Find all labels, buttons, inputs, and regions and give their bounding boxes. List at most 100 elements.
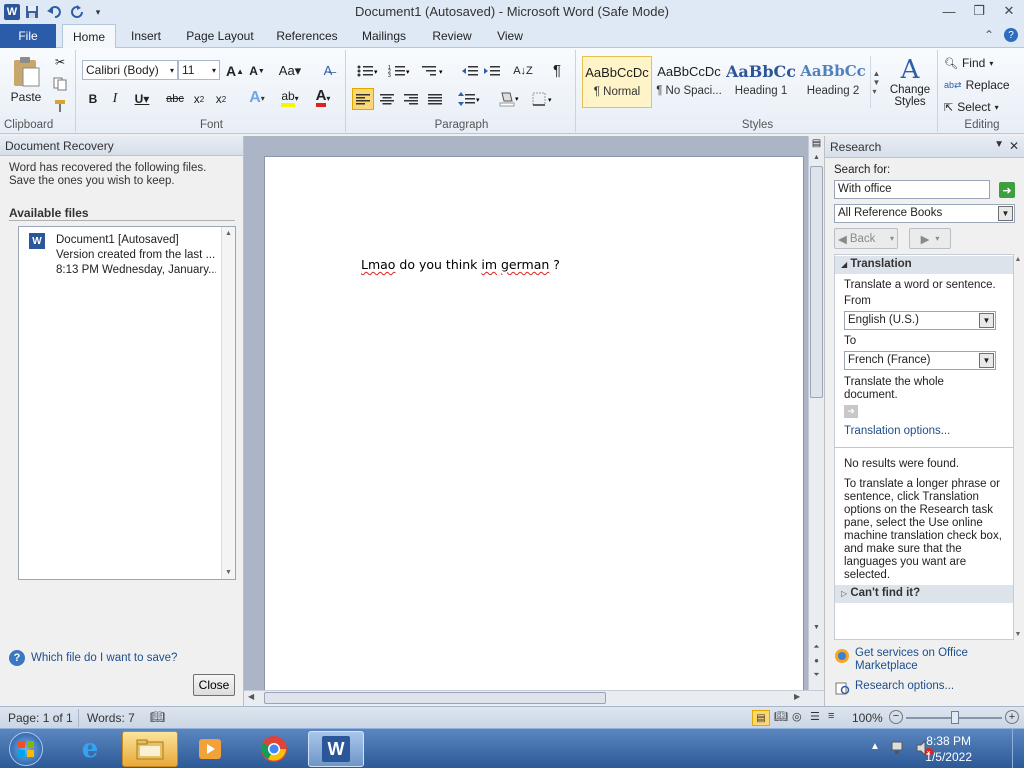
style-heading-2[interactable]: AaBbCc Heading 2 xyxy=(798,56,868,108)
paste-button[interactable]: Paste xyxy=(6,52,46,108)
font-name-dropdown[interactable]: Calibri (Body) ▾ xyxy=(82,60,178,80)
start-button[interactable] xyxy=(4,731,48,767)
change-case-icon[interactable]: Aa▾ xyxy=(278,62,302,80)
word-count[interactable]: Words: 7 xyxy=(87,711,135,725)
save-icon[interactable] xyxy=(24,4,40,20)
document-page[interactable]: Lmao do you think im german ? xyxy=(264,156,804,696)
style-normal[interactable]: AaBbCcDc ¶ Normal xyxy=(582,56,652,108)
translation-section-header[interactable]: ◢ Translation xyxy=(835,256,1013,274)
zoom-in-icon[interactable]: + xyxy=(1005,710,1019,724)
scroll-up-icon[interactable]: ▲ xyxy=(1011,256,1024,263)
bold-icon[interactable]: B xyxy=(84,90,102,108)
superscript-icon[interactable]: x2 xyxy=(212,90,230,108)
forward-button[interactable]: ▶ ▾ xyxy=(909,228,951,249)
tab-file[interactable]: File xyxy=(0,24,56,48)
print-layout-icon[interactable]: ▤ xyxy=(752,710,770,726)
pane-options-icon[interactable]: ▼ xyxy=(994,139,1004,150)
document-horizontal-scrollbar[interactable]: ◀ ▶ xyxy=(244,690,824,706)
align-left-icon[interactable] xyxy=(352,88,374,110)
zoom-slider-thumb[interactable] xyxy=(951,711,959,724)
change-styles-button[interactable]: A Change Styles xyxy=(886,52,934,112)
document-vertical-scrollbar[interactable]: ▤ ▲ ▼ ⏶ ● ⏷ xyxy=(808,136,824,690)
font-color-icon[interactable]: A ▾ xyxy=(310,88,336,108)
minimize-ribbon-icon[interactable]: ⌃ xyxy=(984,28,994,42)
format-painter-icon[interactable] xyxy=(52,98,68,114)
vertical-scroll-thumb[interactable] xyxy=(810,166,823,398)
tab-page-layout[interactable]: Page Layout xyxy=(180,24,260,48)
scroll-down-icon[interactable]: ▼ xyxy=(809,624,824,631)
to-language-dropdown[interactable]: French (France) ▼ xyxy=(844,351,996,370)
zoom-out-icon[interactable]: − xyxy=(889,710,903,724)
research-search-input[interactable]: With office xyxy=(834,180,990,199)
system-clock[interactable]: 8:38 PM 1/5/2022 xyxy=(925,733,972,765)
tab-home[interactable]: Home xyxy=(62,24,116,49)
network-icon[interactable] xyxy=(890,739,908,760)
minimize-button[interactable]: — xyxy=(934,0,964,22)
undo-icon[interactable] xyxy=(44,4,66,20)
customize-toolbar-icon[interactable]: ▾ xyxy=(90,4,106,20)
clear-formatting-icon[interactable]: A̶ xyxy=(318,60,338,80)
recovered-file-item[interactable]: W Document1 [Autosaved] Version created … xyxy=(29,233,216,278)
research-options-link[interactable]: Research options... xyxy=(855,680,954,693)
internet-explorer-taskbar[interactable]: e xyxy=(62,731,118,767)
draft-icon[interactable]: ≡ xyxy=(828,710,834,722)
cut-icon[interactable]: ✂ xyxy=(52,54,68,70)
file-explorer-taskbar[interactable] xyxy=(122,731,178,767)
scroll-up-icon[interactable]: ▲ xyxy=(809,154,824,161)
underline-icon[interactable]: U▾ xyxy=(130,90,154,108)
decrease-indent-icon[interactable] xyxy=(460,62,480,80)
translation-options-link[interactable]: Translation options... xyxy=(844,425,950,438)
multilevel-list-icon[interactable]: ▾ xyxy=(420,62,448,80)
copy-icon[interactable] xyxy=(52,76,68,92)
styles-scroll[interactable]: ▲ ▼ ▾ xyxy=(870,56,882,108)
show-hidden-icons[interactable]: ▲ xyxy=(870,741,880,752)
style-no-spacing[interactable]: AaBbCcDc ¶ No Spaci... xyxy=(654,56,724,108)
show-desktop-button[interactable] xyxy=(1012,729,1024,768)
next-page-icon[interactable]: ⏷ xyxy=(809,670,824,680)
word-taskbar[interactable]: W xyxy=(308,731,364,767)
shrink-font-icon[interactable]: A ▼ xyxy=(248,62,266,80)
numbering-icon[interactable]: 1 2 3 ▾ xyxy=(386,62,414,80)
horizontal-scroll-thumb[interactable] xyxy=(264,692,606,704)
word-app-icon[interactable]: W xyxy=(4,4,20,20)
scroll-right-icon[interactable]: ▶ xyxy=(794,692,800,701)
strikethrough-icon[interactable]: abc xyxy=(164,90,186,108)
close-pane-icon[interactable]: ✕ xyxy=(1009,139,1019,153)
files-scrollbar[interactable]: ▲ ▼ xyxy=(221,227,235,579)
proofing-errors-icon[interactable]: 📖︎ xyxy=(150,710,165,724)
previous-page-icon[interactable]: ⏶ xyxy=(809,642,824,652)
help-icon[interactable]: ? xyxy=(1004,28,1018,42)
align-center-icon[interactable] xyxy=(376,88,398,110)
scroll-left-icon[interactable]: ◀ xyxy=(248,692,254,701)
full-screen-reading-icon[interactable]: 📖︎ xyxy=(774,710,788,723)
maximize-button[interactable]: ❐ xyxy=(964,0,994,22)
shading-icon[interactable]: ▾ xyxy=(496,88,524,110)
text-effects-icon[interactable]: A ▾ xyxy=(244,88,270,108)
justify-icon[interactable] xyxy=(424,88,446,110)
replace-button[interactable]: ab⇄ Replace xyxy=(944,76,1020,94)
chrome-taskbar[interactable] xyxy=(246,731,302,767)
start-search-icon[interactable]: ➜ xyxy=(999,182,1015,198)
italic-icon[interactable]: I xyxy=(106,90,124,108)
cant-find-it-section[interactable]: ▷ Can't find it? xyxy=(835,585,1013,603)
borders-icon[interactable]: ▾ xyxy=(530,88,558,110)
redo-icon[interactable] xyxy=(70,4,86,20)
subscript-icon[interactable]: x2 xyxy=(190,90,208,108)
scroll-up-icon[interactable]: ▲ xyxy=(222,230,235,237)
align-right-icon[interactable] xyxy=(400,88,422,110)
font-size-dropdown[interactable]: 11 ▾ xyxy=(178,60,220,80)
scroll-down-icon[interactable]: ▼ xyxy=(1011,631,1024,638)
select-button[interactable]: ⇱ Select ▾ xyxy=(944,98,1020,116)
page-count[interactable]: Page: 1 of 1 xyxy=(8,711,73,725)
from-language-dropdown[interactable]: English (U.S.) ▼ xyxy=(844,311,996,330)
highlight-icon[interactable]: ab ▾ xyxy=(276,88,304,108)
style-heading-1[interactable]: AaBbCc Heading 1 xyxy=(726,56,796,108)
research-scrollbar[interactable]: ▲ ▼ xyxy=(1011,254,1024,640)
outline-icon[interactable]: ☰ xyxy=(810,710,820,723)
translate-document-icon[interactable]: ➜ xyxy=(844,405,858,418)
back-button[interactable]: ◀ Back ▾ xyxy=(834,228,898,249)
show-formatting-icon[interactable]: ¶ xyxy=(548,60,566,80)
find-button[interactable]: 🔍︎ Find ▾ xyxy=(944,54,1020,72)
reference-source-dropdown[interactable]: All Reference Books ▼ xyxy=(834,204,1015,223)
sort-icon[interactable]: A↓Z xyxy=(512,62,534,80)
